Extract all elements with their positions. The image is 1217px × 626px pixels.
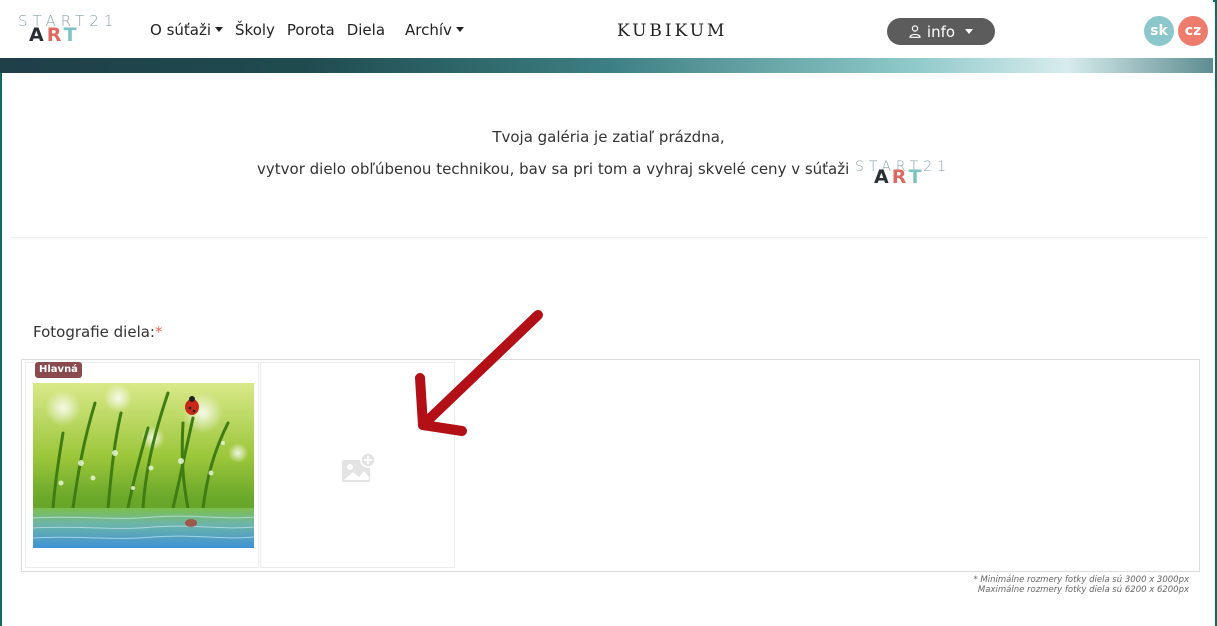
language-cz-button[interactable]: cz: [1178, 16, 1208, 46]
logo-art-text: ART: [29, 24, 80, 46]
photos-label: Fotografie diela:*: [33, 323, 163, 341]
menu-item-porota[interactable]: Porota: [287, 21, 335, 39]
header-gradient-strip: [0, 58, 1213, 73]
photos-label-text: Fotografie diela:: [33, 323, 155, 341]
required-mark: *: [155, 323, 163, 341]
user-menu-button[interactable]: info: [887, 18, 995, 45]
top-navbar: START21 ART O súťaži Školy Porota Diela …: [0, 0, 1213, 60]
start21-art-logo[interactable]: START21 ART: [18, 14, 138, 48]
language-sk-button[interactable]: sk: [1144, 16, 1174, 46]
logo-art-text: ART: [874, 166, 925, 188]
main-photo-thumbnail[interactable]: [33, 383, 254, 548]
add-image-icon[interactable]: [340, 452, 376, 486]
empty-gallery-title: Tvoja galéria je zatiaľ prázdna,: [492, 128, 725, 146]
main-photo-badge: Hlavná: [35, 362, 82, 378]
chevron-down-icon: [455, 27, 464, 32]
menu-item-skoly[interactable]: Školy: [235, 21, 275, 39]
ladybug-grass-image: [33, 383, 254, 548]
user-menu-label: info: [926, 22, 956, 41]
menu-item-archiv[interactable]: Archív: [405, 21, 464, 39]
main-menu: O súťaži Školy Porota Diela Archív: [150, 21, 476, 39]
photo-size-note-min: * Minimálne rozmery fotky diela sú 3000 …: [973, 575, 1189, 585]
chevron-down-icon: [215, 27, 224, 32]
menu-item-diela[interactable]: Diela: [347, 21, 385, 39]
person-icon: [909, 25, 921, 38]
start21-art-inline-logo: START21 ART: [855, 160, 965, 190]
annotation-arrow-icon: [415, 310, 543, 436]
empty-gallery-message: vytvor dielo obľúbenou technikou, bav sa…: [257, 160, 850, 178]
menu-item-o-sutazi[interactable]: O súťaži: [150, 21, 224, 39]
chevron-down-icon: [965, 29, 974, 34]
kubikum-brand[interactable]: KUBIKUM: [617, 21, 727, 41]
photo-size-note-max: Maximálne rozmery fotky diela sú 6200 x …: [977, 585, 1189, 595]
photo-size-note: * Minimálne rozmery fotky diela sú 3000 …: [973, 575, 1189, 595]
